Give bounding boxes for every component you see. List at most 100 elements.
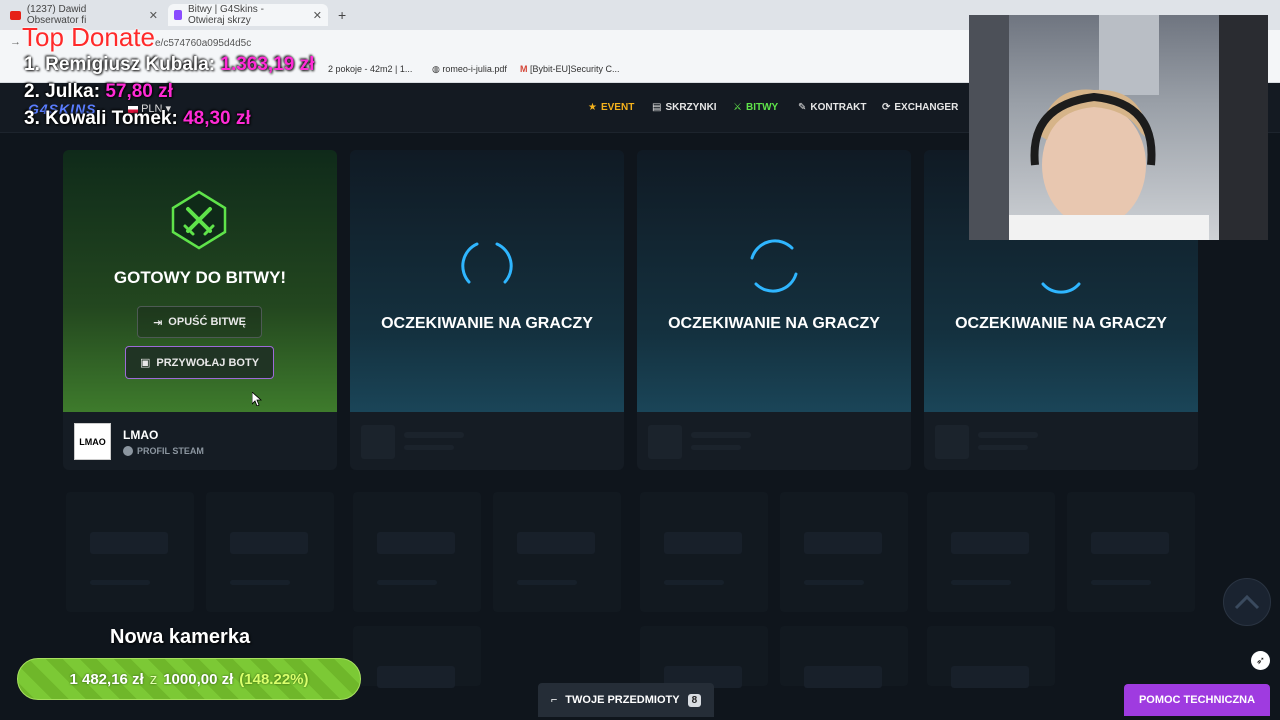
item-placeholder — [640, 626, 768, 688]
tab-label: Bitwy | G4Skins - Otwieraj skrzy — [187, 4, 264, 26]
robot-icon: ▣ — [139, 357, 151, 369]
browser-tab-g4skins[interactable]: Bitwy | G4Skins - Otwieraj skrzy ✕ — [168, 4, 328, 26]
your-items-button[interactable]: ⌐ TWOJE PRZEDMIOTY 8 — [538, 683, 714, 717]
profile-placeholder — [404, 445, 454, 450]
close-tab-icon[interactable]: ✕ — [149, 9, 158, 22]
nav-kontrakt[interactable]: ✎ KONTRAKT — [798, 102, 867, 113]
pen-icon: ✎ — [798, 102, 807, 113]
gmail-icon: M — [520, 64, 528, 74]
loading-spinner-icon — [461, 242, 513, 284]
name-placeholder — [978, 432, 1038, 438]
avatar-placeholder — [648, 425, 682, 459]
goal-separator: z — [149, 670, 158, 688]
item-placeholder — [66, 492, 194, 612]
summon-bots-button[interactable]: ▣ PRZYWOŁAJ BOTY — [125, 346, 274, 379]
waiting-title: OCZEKIWANIE NA GRACZY — [381, 315, 593, 332]
donor-name: 3. Kowali Tomek: — [24, 108, 178, 129]
name-placeholder — [691, 432, 751, 438]
item-placeholder — [493, 492, 621, 612]
top-donate-title: Top Donate — [22, 22, 155, 52]
chevron-up-icon — [1234, 594, 1260, 610]
exchange-icon: ⟳ — [882, 102, 891, 113]
waiting-title: OCZEKIWANIE NA GRACZY — [668, 315, 880, 332]
url-text: e/c574760a095d4d5c — [155, 38, 252, 49]
donor-amount: 48,30 zł — [183, 108, 251, 129]
items-count-badge: 8 — [687, 693, 702, 707]
avatar[interactable]: LMAO — [74, 423, 111, 460]
screen: (1237) Dawid Obserwator fi ✕ Bitwy | G4S… — [0, 0, 1280, 720]
nav-label: KONTRAKT — [810, 102, 867, 113]
camera-goal-title: Nowa kamerka — [110, 626, 251, 648]
item-placeholder — [206, 492, 334, 612]
leave-battle-label: OPUŚĆ BITWĘ — [168, 316, 246, 328]
forward-icon[interactable]: → — [10, 36, 21, 48]
star-icon: ★ — [588, 102, 597, 113]
nav-exchanger[interactable]: ⟳ EXCHANGER — [882, 102, 958, 113]
leave-battle-button[interactable]: ⇥ OPUŚĆ BITWĘ — [137, 306, 262, 338]
profile-placeholder — [691, 445, 741, 450]
nav-skrzynki[interactable]: ▤ SKRZYNKI — [652, 102, 717, 113]
item-placeholder — [353, 492, 481, 612]
battle-slot-waiting: OCZEKIWANIE NA GRACZY — [350, 150, 624, 412]
donor-row: 1. Remigiusz Kubala: 1.363,19 zł — [24, 54, 314, 76]
goal-target: 1000,00 zł — [163, 670, 234, 688]
donor-row: 2. Julka: 57,80 zł — [24, 81, 173, 103]
bookmark-label: romeo-i-julia.pdf — [442, 64, 507, 74]
steam-icon — [123, 446, 133, 456]
player-info: LMAO LMAO PROFIL STEAM — [63, 412, 337, 470]
bookmark-item[interactable]: M [Bybit-EU]Security C... — [520, 64, 620, 74]
battle-slot-player: GOTOWY DO BITWY! ⇥ OPUŚĆ BITWĘ ▣ PRZYWOŁ… — [63, 150, 337, 412]
donor-name: 1. Remigiusz Kubala: — [24, 54, 216, 75]
youtube-icon — [10, 10, 21, 20]
donor-row: 3. Kowali Tomek: 48,30 zł — [24, 108, 251, 130]
item-placeholder — [780, 626, 908, 688]
loading-spinner-icon — [750, 239, 798, 293]
avatar-placeholder — [935, 425, 969, 459]
your-items-label: TWOJE PRZEDMIOTY — [565, 694, 680, 706]
player-name: LMAO — [123, 428, 159, 442]
steam-profile-link[interactable]: PROFIL STEAM — [123, 446, 204, 456]
summon-bots-label: PRZYWOŁAJ BOTY — [156, 356, 260, 369]
exit-icon: ⇥ — [153, 316, 163, 329]
donation-goal-bar: 1 482,16 zł z 1000,00 zł (148.22%) — [17, 658, 361, 700]
new-tab-button[interactable]: + — [332, 4, 352, 26]
loading-spinner-icon — [1041, 282, 1081, 294]
item-placeholder — [927, 626, 1055, 688]
waiting-title: OCZEKIWANIE NA GRACZY — [955, 315, 1167, 332]
mouse-cursor-icon — [252, 392, 262, 406]
webcam-overlay — [969, 15, 1268, 240]
profile-placeholder — [978, 445, 1028, 450]
battle-slot-waiting: OCZEKIWANIE NA GRACZY — [637, 150, 911, 412]
tech-support-button[interactable]: POMOC TECHNICZNA — [1124, 684, 1270, 716]
close-tab-icon[interactable]: ✕ — [313, 9, 322, 22]
nav-label: EXCHANGER — [894, 102, 959, 113]
gun-icon: ⌐ — [550, 694, 558, 706]
ready-title: GOTOWY DO BITWY! — [113, 268, 287, 287]
donor-amount: 1.363,19 zł — [220, 54, 315, 75]
name-placeholder — [404, 432, 464, 438]
crossed-swords-icon — [171, 190, 227, 250]
steam-profile-label: PROFIL STEAM — [137, 446, 204, 456]
bookmark-item[interactable]: ◍ romeo-i-julia.pdf — [432, 64, 507, 75]
item-placeholder — [353, 626, 481, 688]
scroll-to-top-button[interactable] — [1223, 578, 1271, 626]
nav-bitwy[interactable]: ⚔ BITWY — [733, 102, 778, 113]
bookmark-item[interactable]: 2 pokoje - 42m2 | 1... — [328, 64, 412, 74]
donor-name: 2. Julka: — [24, 81, 101, 102]
nav-event[interactable]: ★ EVENT — [588, 102, 634, 113]
battle-icon: ⚔ — [733, 102, 742, 113]
avatar-placeholder — [361, 425, 395, 459]
nav-label: EVENT — [600, 102, 635, 113]
nav-label: BITWY — [745, 102, 779, 113]
globe-icon: ◍ — [432, 64, 440, 74]
item-placeholder — [1067, 492, 1195, 612]
nav-label: SKRZYNKI — [665, 102, 717, 113]
player-info-placeholder — [637, 412, 911, 470]
item-placeholder — [780, 492, 908, 612]
item-placeholder — [927, 492, 1055, 612]
donor-amount: 57,80 zł — [105, 81, 173, 102]
bookmark-label: [Bybit-EU]Security C... — [530, 64, 620, 74]
g4skins-favicon-icon — [174, 10, 182, 20]
rocket-icon[interactable]: ➶ — [1251, 651, 1270, 670]
streamer-figure — [969, 15, 1268, 240]
